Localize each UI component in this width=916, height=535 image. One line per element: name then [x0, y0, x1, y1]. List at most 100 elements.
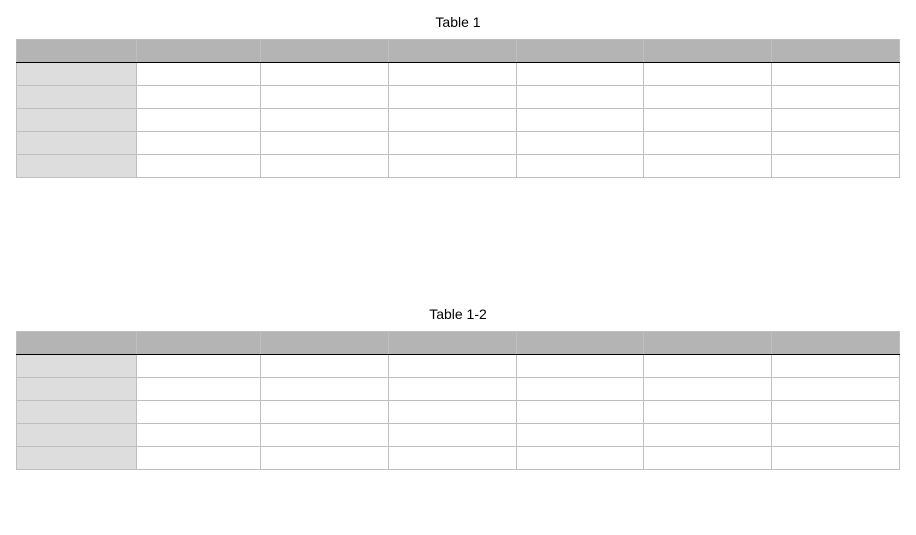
table-1-cell	[772, 63, 900, 86]
table-1-header-cell	[137, 40, 261, 63]
table-1-cell	[772, 132, 900, 155]
table-2-cell	[261, 447, 389, 470]
table-2-cell	[137, 378, 261, 401]
table-2-cell	[516, 447, 644, 470]
table-1-cell	[388, 86, 516, 109]
table-1-rowhead	[17, 63, 137, 86]
table-row	[17, 355, 900, 378]
table-1-cell	[261, 63, 389, 86]
table-1-cell	[516, 109, 644, 132]
table-row	[17, 447, 900, 470]
table-2-cell	[388, 355, 516, 378]
table-1-cell	[516, 86, 644, 109]
table-1-rowhead	[17, 155, 137, 178]
table-1-cell	[261, 109, 389, 132]
table-1-cell	[137, 155, 261, 178]
table-row	[17, 132, 900, 155]
table-1-cell	[261, 86, 389, 109]
table-1-title: Table 1	[16, 14, 900, 30]
table-2-rowhead	[17, 401, 137, 424]
table-row	[17, 86, 900, 109]
table-2-cell	[772, 401, 900, 424]
table-1-cell	[388, 155, 516, 178]
table-1-cell	[137, 63, 261, 86]
table-2-rowhead	[17, 355, 137, 378]
table-1-cell	[137, 109, 261, 132]
table-1-cell	[644, 63, 772, 86]
table-2-cell	[261, 424, 389, 447]
table-2-cell	[516, 401, 644, 424]
table-row	[17, 63, 900, 86]
table-1-header-cell	[644, 40, 772, 63]
table-2-cell	[388, 378, 516, 401]
table-1-rowhead	[17, 86, 137, 109]
table-2-cell	[261, 378, 389, 401]
table-2-header-cell	[772, 332, 900, 355]
table-1-cell	[388, 109, 516, 132]
table-2-cell	[137, 424, 261, 447]
table-1-rowhead	[17, 109, 137, 132]
table-2-cell	[772, 424, 900, 447]
table-1-cell	[261, 155, 389, 178]
table-2	[16, 331, 900, 470]
table-2-header-cell	[17, 332, 137, 355]
table-2-cell	[644, 355, 772, 378]
table-2-cell	[137, 355, 261, 378]
table-2-cell	[516, 378, 644, 401]
table-2-cell	[388, 447, 516, 470]
table-row	[17, 155, 900, 178]
table-2-rowhead	[17, 378, 137, 401]
table-2-cell	[516, 355, 644, 378]
table-2-header-cell	[644, 332, 772, 355]
table-1-cell	[516, 155, 644, 178]
table-2-title: Table 1-2	[16, 306, 900, 322]
table-row	[17, 424, 900, 447]
table-1-cell	[644, 132, 772, 155]
table-2-cell	[261, 355, 389, 378]
table-1-cell	[772, 155, 900, 178]
table-1-header-cell	[772, 40, 900, 63]
table-2-header-cell	[261, 332, 389, 355]
table-2-cell	[261, 401, 389, 424]
table-row	[17, 401, 900, 424]
table-2-rowhead	[17, 424, 137, 447]
table-2-cell	[772, 447, 900, 470]
table-1	[16, 39, 900, 178]
table-1-cell	[772, 109, 900, 132]
table-2-cell	[137, 447, 261, 470]
table-1-cell	[388, 132, 516, 155]
table-1-cell	[516, 63, 644, 86]
table-2-cell	[644, 447, 772, 470]
table-1-cell	[516, 132, 644, 155]
table-1-header-cell	[516, 40, 644, 63]
table-1-cell	[644, 86, 772, 109]
table-1-rowhead	[17, 132, 137, 155]
table-2-cell	[644, 424, 772, 447]
spacer	[16, 178, 900, 306]
table-2-rowhead	[17, 447, 137, 470]
table-2-cell	[388, 424, 516, 447]
table-1-header-cell	[261, 40, 389, 63]
table-row	[17, 109, 900, 132]
table-1-header-cell	[388, 40, 516, 63]
table-1-cell	[261, 132, 389, 155]
table-2-cell	[772, 355, 900, 378]
table-1-cell	[772, 86, 900, 109]
table-2-header-row	[17, 332, 900, 355]
table-2-cell	[137, 401, 261, 424]
table-1-cell	[644, 155, 772, 178]
table-1-header-row	[17, 40, 900, 63]
table-2-header-cell	[516, 332, 644, 355]
table-1-cell	[388, 63, 516, 86]
table-1-cell	[137, 132, 261, 155]
table-2-header-cell	[137, 332, 261, 355]
table-1-cell	[137, 86, 261, 109]
table-2-cell	[772, 378, 900, 401]
table-row	[17, 378, 900, 401]
table-1-cell	[644, 109, 772, 132]
table-2-cell	[644, 401, 772, 424]
table-2-cell	[644, 378, 772, 401]
page: Table 1	[0, 0, 916, 470]
table-1-header-cell	[17, 40, 137, 63]
table-2-header-cell	[388, 332, 516, 355]
